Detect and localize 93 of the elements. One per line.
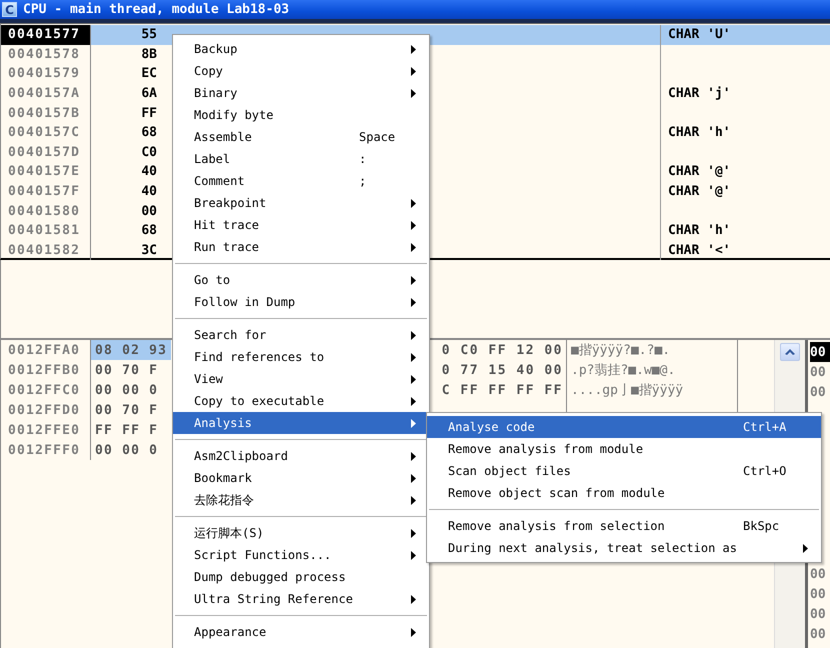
address-cell: 00401577 <box>1 25 91 45</box>
address-cell: 00401580 <box>1 201 91 221</box>
menu-label: View <box>194 372 223 386</box>
shortcut-text: ; <box>359 174 366 188</box>
comment-text: CHAR 'j' <box>668 86 731 102</box>
hex-bytes: 00 00 0 <box>94 442 160 460</box>
hex-cell-text: 8B <box>140 46 158 64</box>
ascii-text: ....gp亅■揩ÿÿÿÿ <box>571 382 684 399</box>
menu-label: Asm2Clipboard <box>194 449 288 463</box>
menu-label: Copy <box>194 64 223 78</box>
menu-label: Hit trace <box>194 218 260 232</box>
comment-text: CHAR 'h' <box>668 223 731 238</box>
address-cell: 0012FFC0 <box>1 380 91 400</box>
address-cell: 00 <box>810 342 830 362</box>
address-cell: 0040157B <box>1 103 91 123</box>
hex-bytes: 0 C0 FF 12 00 <box>442 342 563 358</box>
menu-label: Bookmark <box>194 471 252 485</box>
shortcut-text: BkSpc <box>743 519 780 533</box>
comment-text: CHAR '<' <box>668 242 731 258</box>
hex-cell-text: FF <box>140 104 158 123</box>
address-cell: 0012FFB0 <box>1 360 91 380</box>
address-cell: 00401581 <box>1 220 91 241</box>
menu-label: Script Functions... <box>194 548 332 562</box>
address-cell: 0040157E <box>1 162 91 182</box>
hex-bytes: 00 00 0 <box>94 382 160 400</box>
hex-bytes: C FF FF FF FF <box>442 382 563 398</box>
address-cell: 0012FFE0 <box>1 420 91 440</box>
address-cell: 0040157C <box>1 122 91 143</box>
menu-label: Modify byte <box>194 108 274 122</box>
menu-label: Ultra String Reference <box>194 592 353 606</box>
hex-bytes: 08 02 93 <box>91 340 172 360</box>
menu-label: Binary <box>194 86 238 100</box>
hex-cell-text: 00 <box>140 202 158 221</box>
hex-cell-text: 3C <box>140 242 158 260</box>
hex-cell-text: 40 <box>140 163 158 182</box>
shortcut-text: Ctrl+A <box>743 420 786 434</box>
address-cell: 00401579 <box>1 64 91 84</box>
address-cell: 0040157F <box>1 182 91 202</box>
menu-label: During next analysis, treat selection as <box>448 541 737 555</box>
hex-cell-text: 68 <box>140 222 158 240</box>
hex-bytes: 00 70 F <box>94 402 160 420</box>
menu-label: Analyse code <box>448 420 535 434</box>
hex-cell-text: C0 <box>140 144 158 162</box>
menu-label: Breakpoint <box>194 196 266 210</box>
menu-label: Remove object scan from module <box>448 486 665 500</box>
menu-label: Backup <box>194 42 238 56</box>
shortcut-text: Ctrl+O <box>743 464 786 478</box>
address-cell: 0012FFF0 <box>1 440 91 460</box>
menu-label: Copy to executable <box>194 394 324 408</box>
shortcut-text: : <box>359 152 366 166</box>
hex-bytes: 00 70 F <box>94 362 160 380</box>
comment-text: CHAR 'h' <box>668 125 731 140</box>
address-cell-text: 00 <box>810 606 827 624</box>
address-cell-text: 00 <box>810 586 827 604</box>
menu-label: Go to <box>194 273 230 287</box>
hex-cell-text: 68 <box>140 124 158 142</box>
menu-label: Assemble <box>194 130 252 144</box>
ascii-text: .p?翡挂?■.w■@. <box>571 362 676 379</box>
address-cell-text: 00 <box>810 384 827 402</box>
window-title: CPU - main thread, module Lab18-03 <box>23 2 290 17</box>
address-cell: 0012FFD0 <box>1 400 91 420</box>
comment-text: CHAR 'U' <box>668 27 731 42</box>
menu-label: Run trace <box>194 240 260 254</box>
menu-label: Remove analysis from module <box>448 442 644 456</box>
hex-cell-text: 6A <box>140 85 158 104</box>
hex-bytes: FF FF F <box>94 422 160 440</box>
comment-text: CHAR '@' <box>668 164 731 180</box>
address-cell: 0040157D <box>1 142 91 162</box>
address-cell-text: 00 <box>810 626 827 644</box>
menu-label: Remove analysis from selection <box>448 519 665 533</box>
app-icon: C <box>2 2 17 17</box>
address-cell-text: 00 <box>810 364 827 382</box>
ascii-text: ■揩ÿÿÿÿ?■.?■. <box>571 342 670 359</box>
hex-cell-text: EC <box>140 65 158 84</box>
menu-label: Analysis <box>194 416 252 430</box>
address-cell: 0040157A <box>1 84 91 104</box>
menu-label: 去除花指令 <box>194 492 254 508</box>
hex-cell-text: 55 <box>140 26 158 44</box>
menu-label: Appearance <box>194 625 266 639</box>
menu-label: 运行脚本(S) <box>194 524 264 542</box>
shortcut-text: Space <box>359 130 396 144</box>
menu-label: Search for <box>194 328 266 342</box>
hex-cell-text: 40 <box>140 183 158 202</box>
menu-label: Follow in Dump <box>194 295 296 309</box>
menu-label: Dump debugged process <box>194 570 346 584</box>
comment-text: CHAR '@' <box>668 184 731 200</box>
address-cell-text: 00 <box>810 566 827 584</box>
menu-label: Label <box>194 152 230 166</box>
menu-label: Comment <box>194 174 245 188</box>
menu-label: Find references to <box>194 350 324 364</box>
menu-label: Scan object files <box>448 464 571 478</box>
hex-bytes: 0 77 15 40 00 <box>442 362 563 378</box>
address-cell: 00401578 <box>1 44 91 64</box>
